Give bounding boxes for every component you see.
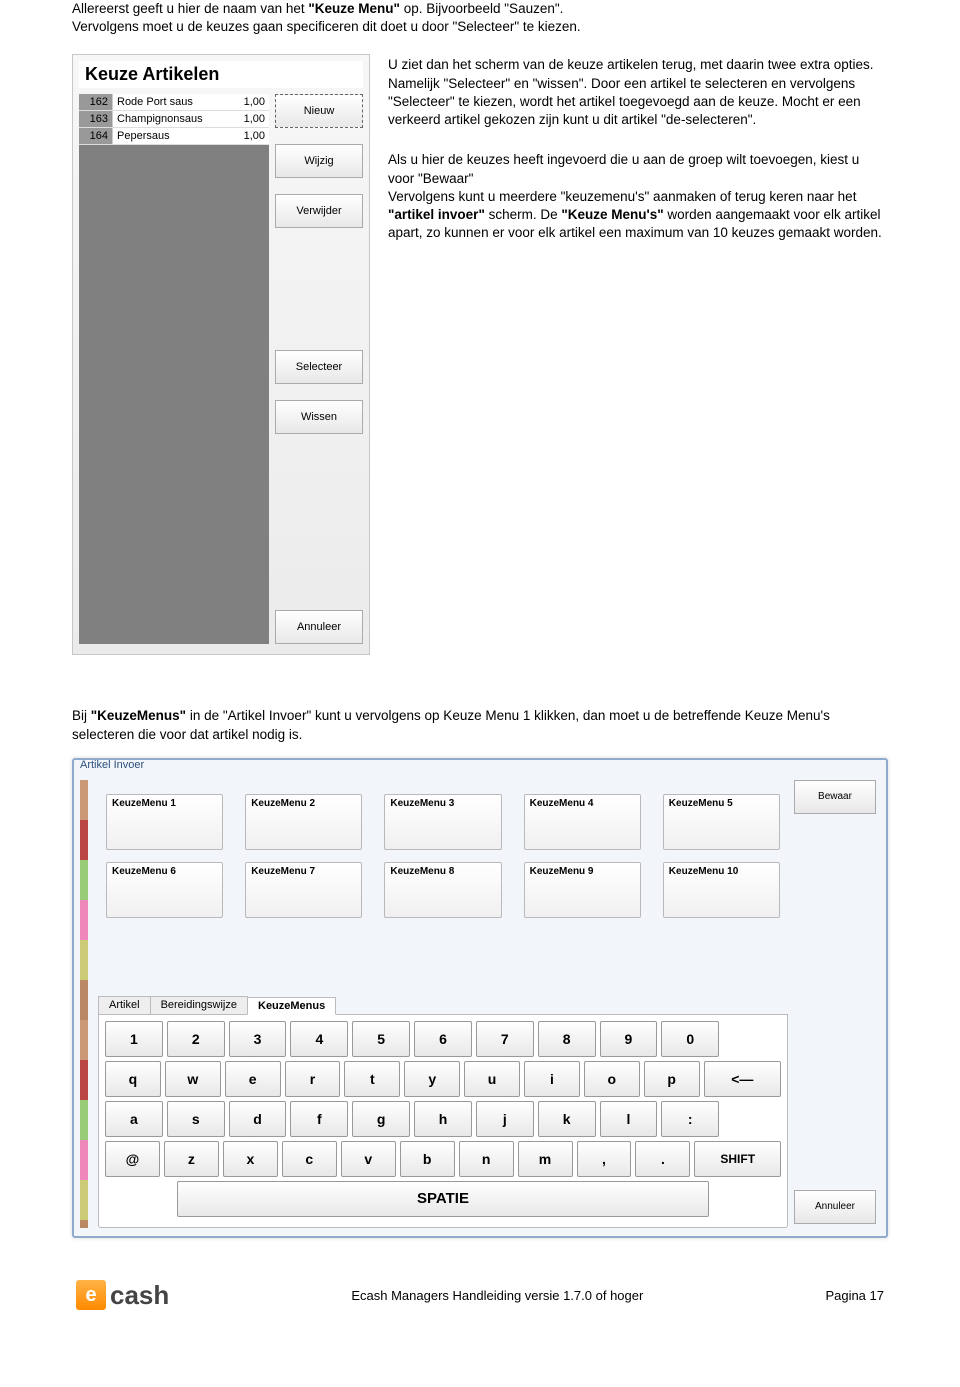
key-t[interactable]: t <box>344 1061 400 1097</box>
description-column: U ziet dan het scherm van de keuze artik… <box>388 54 888 264</box>
keuzemenu-6-button[interactable]: KeuzeMenu 6 <box>106 862 223 918</box>
table-row: 163 Champignonsaus 1,00 <box>79 111 269 128</box>
footer-page-number: Pagina 17 <box>825 1288 884 1303</box>
intro-text: Allereerst geeft u hier de naam van het … <box>72 0 888 36</box>
key-v[interactable]: v <box>341 1141 396 1177</box>
key-SHIFT[interactable]: SHIFT <box>694 1141 781 1177</box>
wissen-button[interactable]: Wissen <box>275 400 363 434</box>
key-8[interactable]: 8 <box>538 1021 596 1057</box>
artikel-invoer-title: Artikel Invoer <box>80 759 144 771</box>
tab-artikel[interactable]: Artikel <box>98 996 151 1014</box>
key-d[interactable]: d <box>229 1101 287 1137</box>
mid-paragraph: Bij "KeuzeMenus" in de "Artikel Invoer" … <box>72 707 888 743</box>
selecteer-button[interactable]: Selecteer <box>275 350 363 384</box>
key-u[interactable]: u <box>464 1061 520 1097</box>
keuze-artikelen-title: Keuze Artikelen <box>79 61 363 88</box>
keuzemenu-1-button[interactable]: KeuzeMenu 1 <box>106 794 223 850</box>
key-.[interactable]: . <box>635 1141 690 1177</box>
key-i[interactable]: i <box>524 1061 580 1097</box>
key-@[interactable]: @ <box>105 1141 160 1177</box>
tab-keuzemenus[interactable]: KeuzeMenus <box>247 997 336 1015</box>
color-strip <box>80 780 88 1228</box>
ecash-logo: e cash <box>76 1280 169 1311</box>
key-m[interactable]: m <box>518 1141 573 1177</box>
key-k[interactable]: k <box>538 1101 596 1137</box>
key-n[interactable]: n <box>459 1141 514 1177</box>
tab-bar: Artikel Bereidingswijze KeuzeMenus <box>98 996 788 1015</box>
artikel-invoer-panel: Artikel Invoer KeuzeMenu 1 KeuzeMenu 2 K… <box>72 758 888 1238</box>
key-7[interactable]: 7 <box>476 1021 534 1057</box>
wijzig-button[interactable]: Wijzig <box>275 144 363 178</box>
key-,[interactable]: , <box>577 1141 632 1177</box>
key-x[interactable]: x <box>223 1141 278 1177</box>
key-o[interactable]: o <box>584 1061 640 1097</box>
key-4[interactable]: 4 <box>290 1021 348 1057</box>
table-row: 162 Rode Port saus 1,00 <box>79 94 269 111</box>
artikel-list[interactable]: 162 Rode Port saus 1,00 163 Champignonsa… <box>79 94 269 644</box>
key-h[interactable]: h <box>414 1101 472 1137</box>
annuleer-button-2[interactable]: Annuleer <box>794 1190 876 1224</box>
key-s[interactable]: s <box>167 1101 225 1137</box>
keuzemenu-2-button[interactable]: KeuzeMenu 2 <box>245 794 362 850</box>
key-f[interactable]: f <box>290 1101 348 1137</box>
keuzemenu-10-button[interactable]: KeuzeMenu 10 <box>663 862 780 918</box>
key-e[interactable]: e <box>225 1061 281 1097</box>
key-0[interactable]: 0 <box>661 1021 719 1057</box>
key-:[interactable]: : <box>661 1101 719 1137</box>
keuzemenu-5-button[interactable]: KeuzeMenu 5 <box>663 794 780 850</box>
keuzemenu-3-button[interactable]: KeuzeMenu 3 <box>384 794 501 850</box>
key-c[interactable]: c <box>282 1141 337 1177</box>
key-l[interactable]: l <box>600 1101 658 1137</box>
verwijder-button[interactable]: Verwijder <box>275 194 363 228</box>
key-<—[interactable]: <— <box>704 1061 781 1097</box>
key-w[interactable]: w <box>165 1061 221 1097</box>
key-a[interactable]: a <box>105 1101 163 1137</box>
key-b[interactable]: b <box>400 1141 455 1177</box>
keuzemenu-9-button[interactable]: KeuzeMenu 9 <box>524 862 641 918</box>
key-5[interactable]: 5 <box>352 1021 410 1057</box>
nieuw-button[interactable]: Nieuw <box>275 94 363 128</box>
key-1[interactable]: 1 <box>105 1021 163 1057</box>
footer-center: Ecash Managers Handleiding versie 1.7.0 … <box>185 1288 809 1303</box>
bewaar-button[interactable]: Bewaar <box>794 780 876 814</box>
key-j[interactable]: j <box>476 1101 534 1137</box>
key-3[interactable]: 3 <box>229 1021 287 1057</box>
key-2[interactable]: 2 <box>167 1021 225 1057</box>
keyboard-area: 1234567890 qwertyuiop<— asdfghjkl: @zxcv… <box>98 1015 788 1228</box>
keuzemenu-7-button[interactable]: KeuzeMenu 7 <box>245 862 362 918</box>
keuzemenu-grid: KeuzeMenu 1 KeuzeMenu 2 KeuzeMenu 3 Keuz… <box>98 780 788 942</box>
key-space[interactable]: SPATIE <box>177 1181 709 1217</box>
key-6[interactable]: 6 <box>414 1021 472 1057</box>
keuzemenu-8-button[interactable]: KeuzeMenu 8 <box>384 862 501 918</box>
key-z[interactable]: z <box>164 1141 219 1177</box>
keuze-artikelen-panel: Keuze Artikelen 162 Rode Port saus 1,00 … <box>72 54 370 655</box>
key-9[interactable]: 9 <box>600 1021 658 1057</box>
tab-bereidingswijze[interactable]: Bereidingswijze <box>150 996 248 1014</box>
key-q[interactable]: q <box>105 1061 161 1097</box>
key-g[interactable]: g <box>352 1101 410 1137</box>
keuzemenu-4-button[interactable]: KeuzeMenu 4 <box>524 794 641 850</box>
table-row: 164 Pepersaus 1,00 <box>79 128 269 145</box>
key-r[interactable]: r <box>285 1061 341 1097</box>
annuleer-button[interactable]: Annuleer <box>275 610 363 644</box>
logo-icon: e <box>76 1280 106 1310</box>
page-footer: e cash Ecash Managers Handleiding versie… <box>72 1274 888 1311</box>
key-p[interactable]: p <box>644 1061 700 1097</box>
key-y[interactable]: y <box>404 1061 460 1097</box>
